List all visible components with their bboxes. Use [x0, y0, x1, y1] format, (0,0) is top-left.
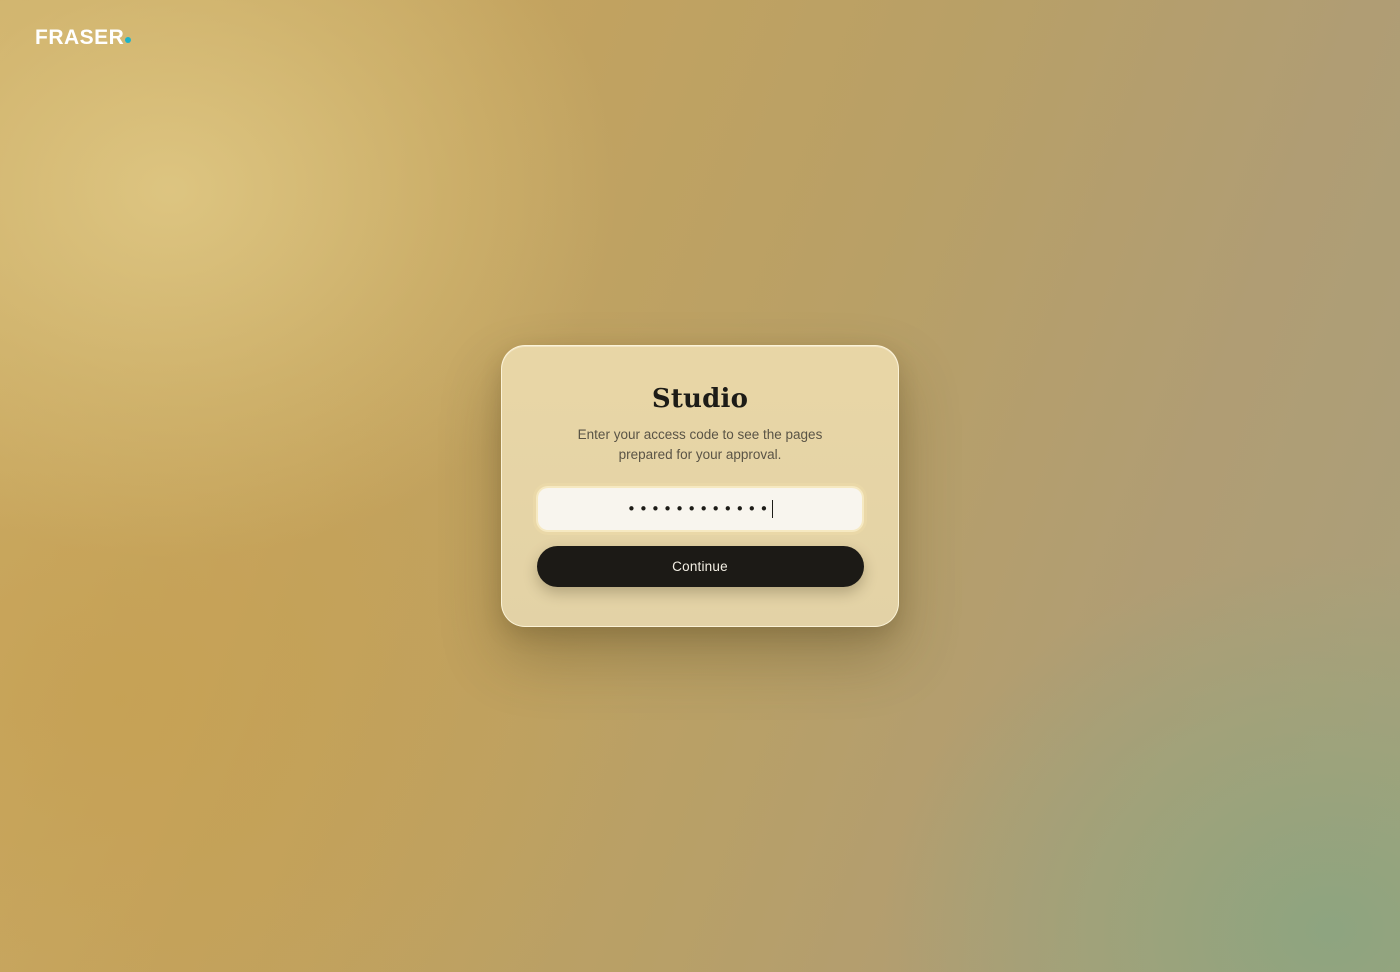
access-code-field[interactable]: ••••••••••••	[536, 486, 864, 532]
card-title: Studio	[651, 384, 749, 414]
card-subtitle: Enter your access code to see the pages …	[577, 427, 823, 462]
brand-name: FRASER	[35, 26, 125, 49]
access-code-value: ••••••••••••	[626, 500, 772, 518]
brand-dot-icon	[125, 37, 132, 43]
access-code-input[interactable]: ••••••••••••	[626, 500, 774, 518]
brand-logo: FRASER	[35, 26, 132, 50]
continue-button[interactable]: Continue	[536, 546, 864, 587]
text-caret	[771, 500, 774, 518]
access-code-card: Studio Enter your access code to see the…	[501, 345, 899, 627]
